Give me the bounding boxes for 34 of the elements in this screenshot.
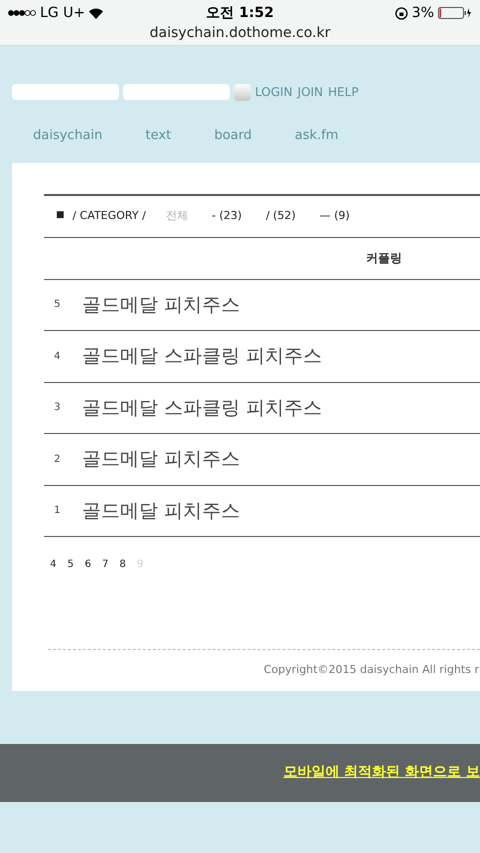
post-title[interactable]: 골드메달 스파클링 피치주스: [82, 394, 322, 422]
copyright-text: Copyright©2015 daisychain All rights r: [264, 662, 479, 678]
row-number: 1: [54, 504, 62, 518]
page-link[interactable]: 6: [84, 557, 92, 572]
rotation-lock-icon: [394, 6, 408, 20]
post-title[interactable]: 골드메달 스파클링 피치주스: [82, 342, 322, 370]
category-label: / CATEGORY /: [72, 208, 146, 224]
clock-time: 오전 1:52: [205, 4, 275, 22]
login-button[interactable]: [234, 84, 251, 100]
page-link[interactable]: 8: [120, 557, 126, 572]
category-link[interactable]: - (23): [212, 208, 242, 224]
post-title[interactable]: 골드메달 피치주스: [82, 290, 240, 319]
post-title[interactable]: 골드메달 피치주스: [82, 496, 240, 525]
page-link[interactable]: 4: [50, 557, 56, 572]
url-address[interactable]: daisychain.dothome.co.kr: [8, 23, 472, 44]
id-field[interactable]: [12, 84, 119, 100]
page-link[interactable]: 7: [102, 557, 108, 572]
row-number: 4: [54, 350, 62, 364]
column-heading: 커플링: [366, 250, 402, 267]
row-number: 3: [54, 401, 62, 416]
battery-percent: 3%: [412, 4, 434, 22]
post-title[interactable]: 골드메달 피치주스: [82, 445, 240, 474]
category-link[interactable]: / (52): [266, 208, 296, 224]
category-marker: ■: [56, 209, 65, 222]
category-link[interactable]: — (9): [320, 208, 350, 224]
row-number: 2: [54, 452, 62, 467]
row-number: 5: [54, 298, 62, 312]
wifi-icon: [89, 8, 104, 18]
battery-icon: [438, 7, 472, 19]
carrier-label: LG U+: [40, 4, 86, 22]
signal-icon: [8, 9, 36, 17]
password-field[interactable]: [123, 84, 230, 100]
page-link[interactable]: 5: [67, 557, 74, 572]
mobile-view-link[interactable]: 모바일에 최적화된 화면으로 보: [283, 762, 480, 783]
